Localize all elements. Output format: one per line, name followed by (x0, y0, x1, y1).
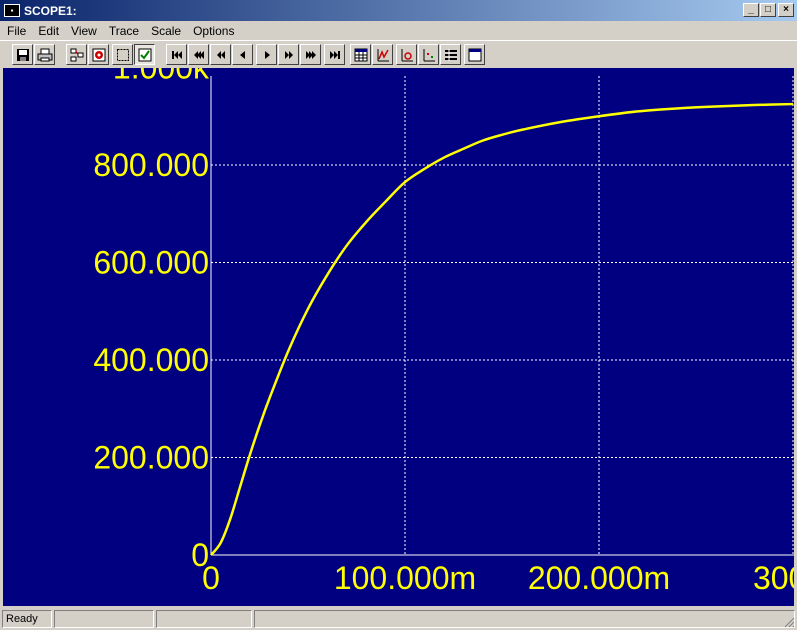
toolbar (0, 40, 797, 68)
step-back-button[interactable] (232, 44, 253, 65)
fast-back-button[interactable] (188, 44, 209, 65)
print-button[interactable] (34, 44, 55, 65)
menu-view[interactable]: View (66, 24, 102, 38)
step-forward-button[interactable] (256, 44, 277, 65)
y-tick-label: 400.000 (93, 342, 209, 378)
chart-a-icon (377, 48, 389, 61)
scope-chart: 0200.000400.000600.000800.0001.000k0100.… (93, 68, 794, 596)
save-icon (16, 48, 29, 61)
back-icon (216, 50, 225, 59)
y-tick-label: 800.000 (93, 147, 209, 183)
minimize-button[interactable]: _ (743, 3, 759, 17)
status-text: Ready (2, 610, 52, 628)
trace-properties-button[interactable] (66, 44, 87, 65)
list-icon (444, 48, 457, 61)
first-button[interactable] (166, 44, 187, 65)
back-button[interactable] (210, 44, 231, 65)
x-tick-label: 100.000m (334, 560, 476, 596)
x-tick-label: 200.000m (528, 560, 670, 596)
forward-button[interactable] (278, 44, 299, 65)
trace-properties-icon (70, 48, 83, 61)
menu-file[interactable]: File (2, 24, 31, 38)
plot-area[interactable]: 0200.000400.000600.000800.0001.000k0100.… (3, 68, 794, 606)
status-pane-4 (254, 610, 795, 628)
status-pane-3 (156, 610, 252, 628)
table-icon (354, 48, 367, 61)
save-button[interactable] (12, 44, 33, 65)
window-controls: _ □ × (742, 3, 794, 17)
y-tick-label: 1.000k (113, 68, 210, 86)
close-button[interactable]: × (778, 3, 794, 17)
trace-line (210, 102, 794, 556)
last-button[interactable] (324, 44, 345, 65)
fast-forward-button[interactable] (300, 44, 321, 65)
print-icon (37, 48, 52, 61)
window-button[interactable] (464, 44, 485, 65)
menu-bar: File Edit View Trace Scale Options (0, 21, 797, 40)
menu-edit[interactable]: Edit (33, 24, 64, 38)
window-title: SCOPE1: (24, 3, 77, 18)
menu-scale[interactable]: Scale (146, 24, 186, 38)
step-back-icon (239, 50, 245, 59)
fast-back-icon (193, 50, 204, 59)
title-bar: ▪ SCOPE1: _ □ × (0, 0, 797, 21)
x-tick-label: 0 (202, 560, 220, 596)
list-button[interactable] (440, 44, 461, 65)
chart-c-icon (423, 48, 435, 61)
menu-options[interactable]: Options (188, 24, 239, 38)
resize-grip-icon[interactable] (783, 616, 795, 628)
checked-box-button[interactable] (134, 44, 155, 65)
window-icon (468, 48, 481, 61)
status-pane-2 (54, 610, 154, 628)
menu-trace[interactable]: Trace (104, 24, 144, 38)
chart-b-button[interactable] (396, 44, 417, 65)
status-bar: Ready (0, 608, 797, 630)
forward-icon (284, 50, 293, 59)
color-button[interactable] (88, 44, 109, 65)
chart-a-button[interactable] (372, 44, 393, 65)
last-icon (329, 50, 340, 59)
table-button[interactable] (350, 44, 371, 65)
checked-box-icon (138, 48, 151, 61)
first-icon (171, 50, 182, 59)
zoom-box-button[interactable] (112, 44, 133, 65)
step-forward-icon (264, 50, 270, 59)
chart-b-icon (401, 48, 413, 61)
fast-forward-icon (305, 50, 316, 59)
maximize-button[interactable]: □ (760, 3, 776, 17)
chart-c-button[interactable] (418, 44, 439, 65)
scope-window-icon[interactable]: ▪ (4, 4, 20, 17)
y-tick-label: 200.000 (93, 440, 209, 476)
y-tick-label: 600.000 (93, 245, 209, 281)
zoom-box-icon (116, 48, 129, 61)
x-tick-label: 300.0 (753, 560, 794, 596)
color-icon (92, 48, 105, 61)
